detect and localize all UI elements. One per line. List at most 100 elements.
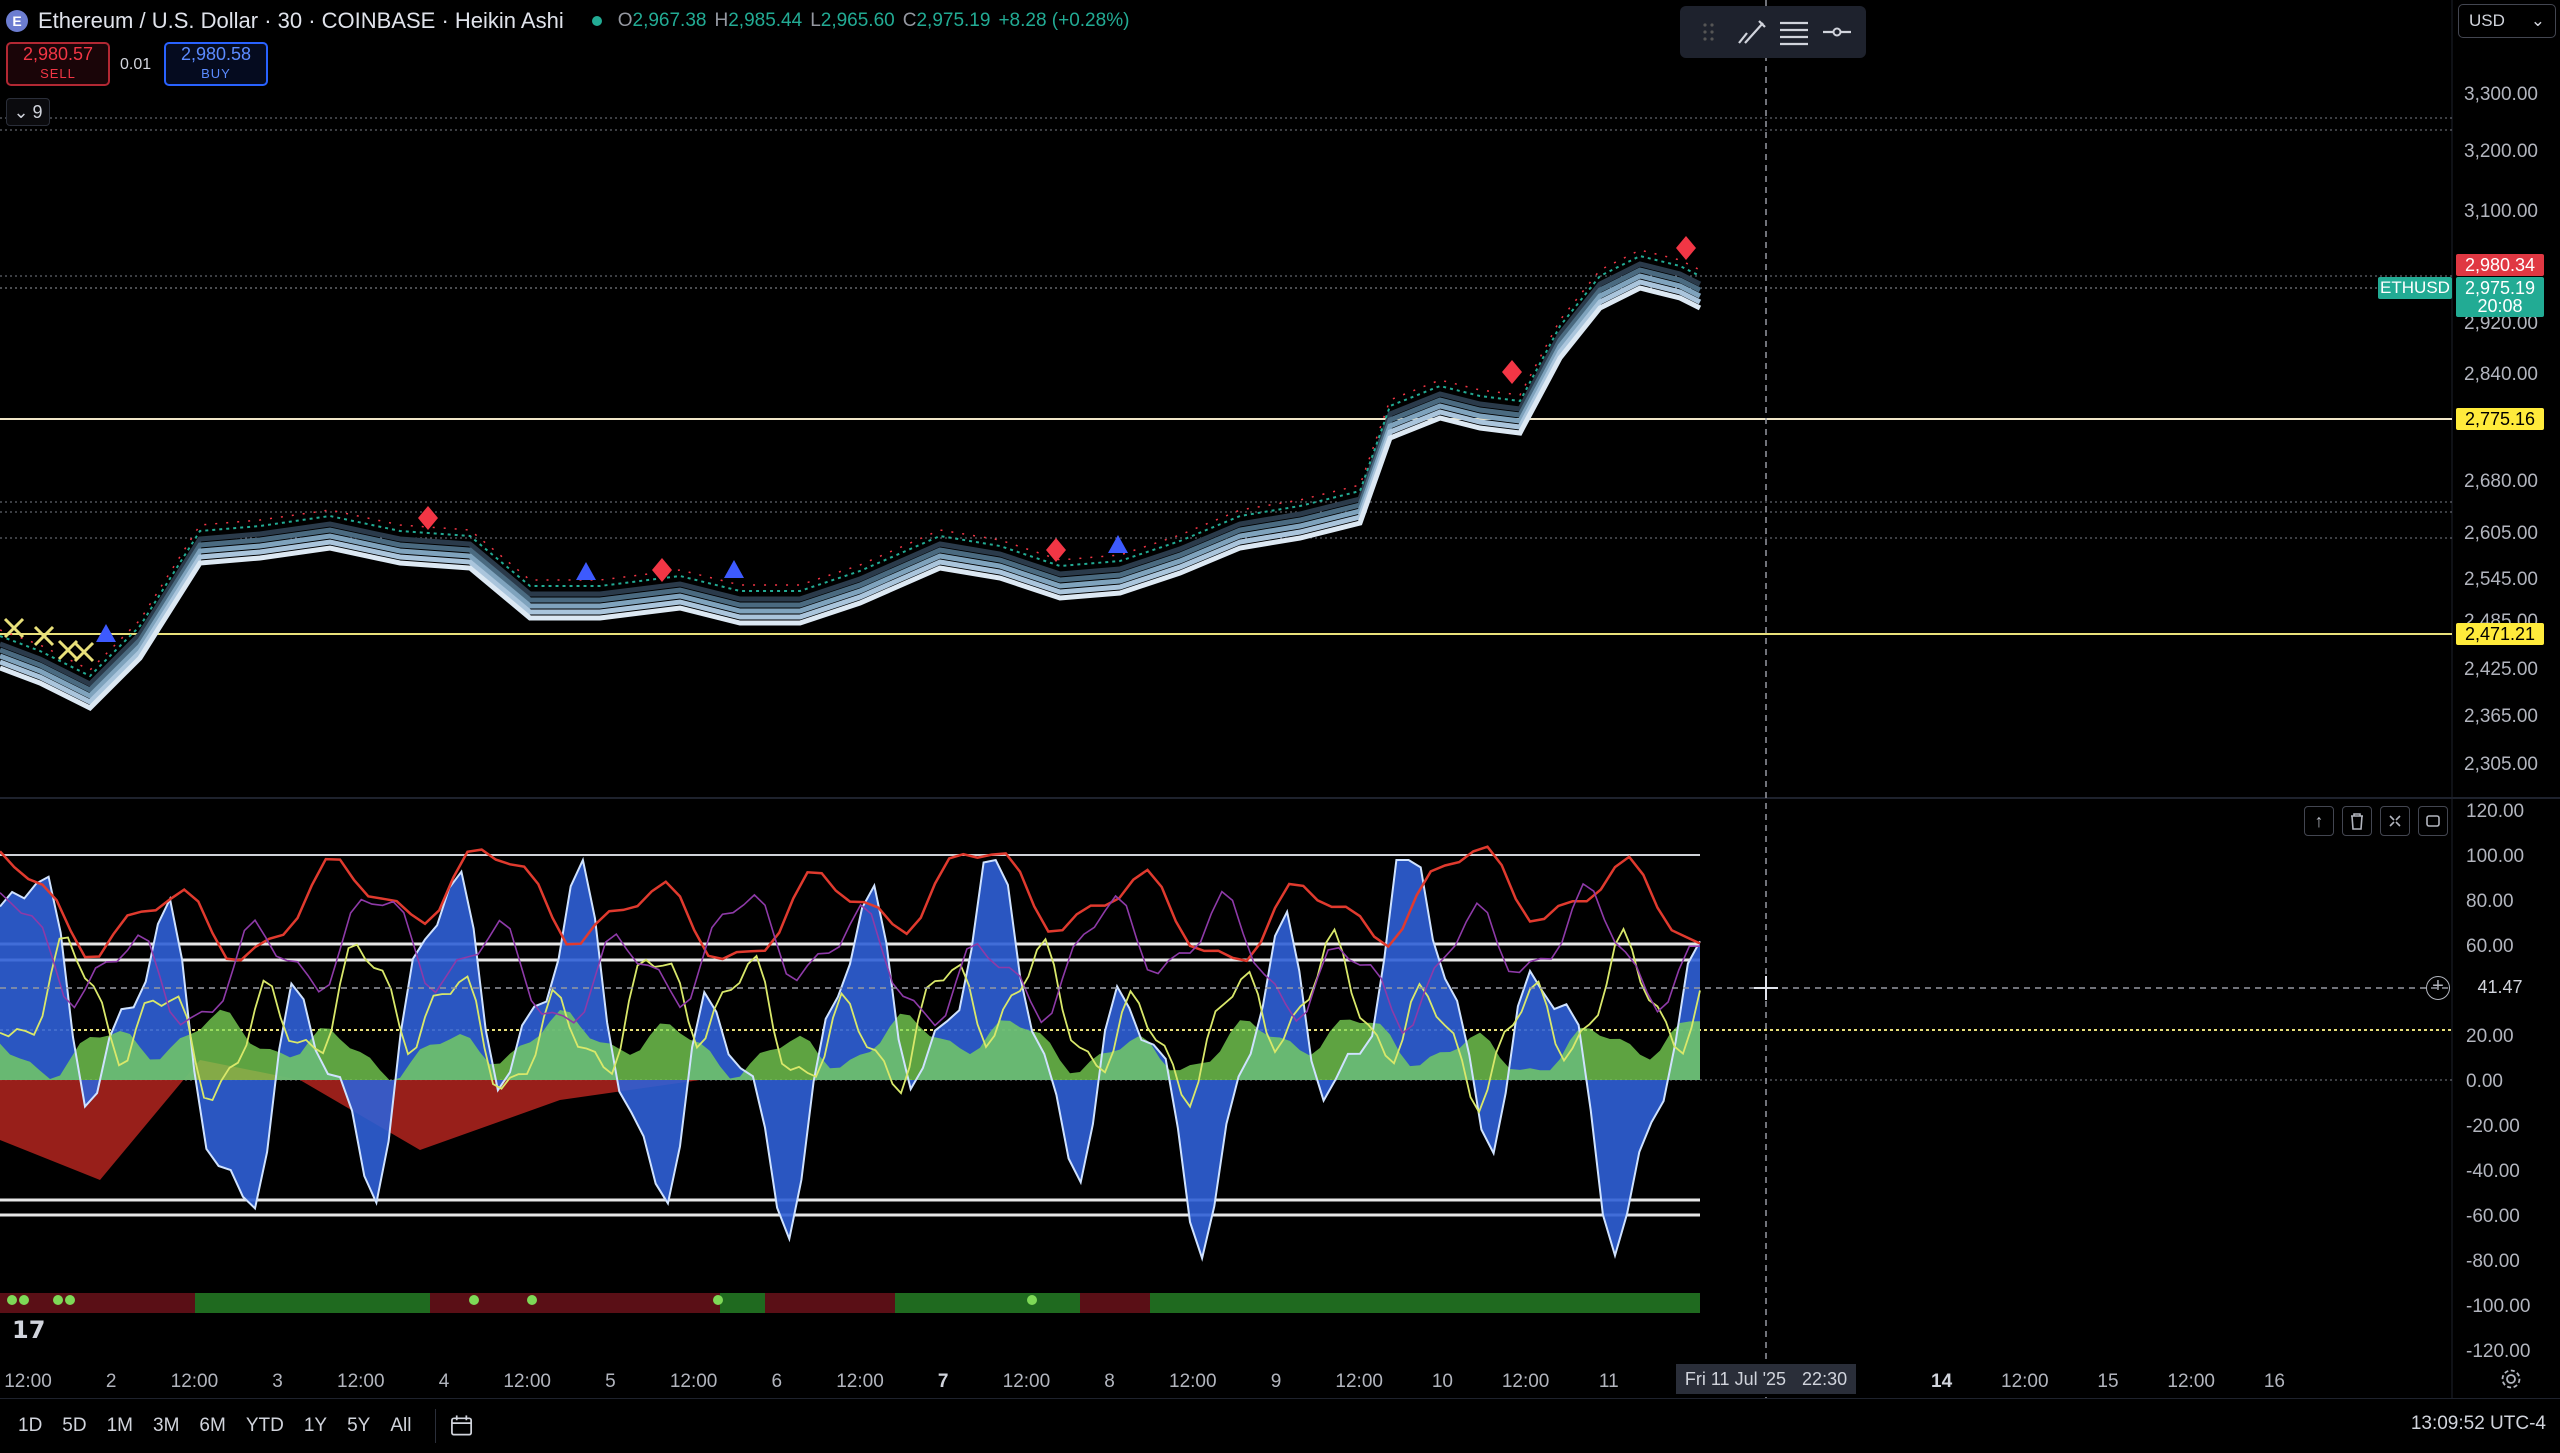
time-tick: 14 (1931, 1371, 1953, 1392)
trend-dot (19, 1295, 29, 1305)
crosshair-cursor (1754, 976, 1778, 1000)
chart-canvas[interactable]: 3,300.003,200.003,100.002,920.002,840.00… (0, 0, 2560, 1453)
currency-value: USD (2469, 11, 2505, 30)
trading-app: 3,300.00 3,200.00 3,100.00 2,920.00 2,840.00… (0, 0, 2560, 1453)
range-button-all[interactable]: All (380, 1409, 421, 1443)
trend-dot (527, 1295, 537, 1305)
exit-signal-marker (73, 641, 95, 663)
bottom-toolbar: 1D 5D 1M 3M 6M YTD 1Y 5Y All 13:09:52 UTC-4 (0, 1398, 2560, 1453)
oscillator-pane (0, 845, 2452, 1313)
chevron-down-icon: ⌄ (13, 101, 29, 122)
sell-signal-marker (1046, 538, 1066, 562)
market-status-dot[interactable] (591, 16, 602, 26)
time-tick: 2 (106, 1371, 117, 1392)
exit-signal-marker (33, 625, 55, 647)
range-button-5y[interactable]: 5Y (337, 1409, 380, 1443)
time-tick: 16 (2264, 1371, 2285, 1392)
tradingview-logo[interactable]: 17 (12, 1316, 54, 1344)
trend-heat-bar (895, 1293, 1080, 1313)
calendar-icon[interactable] (435, 1409, 475, 1443)
time-tick: 8 (1104, 1371, 1115, 1392)
maximize-pane-icon[interactable] (2418, 806, 2448, 836)
range-buttons: 1D 5D 1M 3M 6M YTD 1Y 5Y All (8, 1409, 421, 1443)
horizontal-line-icon[interactable] (1817, 12, 1857, 52)
range-button-1y[interactable]: 1Y (294, 1409, 337, 1443)
signal-markers (3, 236, 1696, 663)
crosshair-time: 22:30 (1802, 1368, 1848, 1389)
time-tick: 12:00 (337, 1371, 385, 1392)
time-axis[interactable]: 12:00 2 12:00 3 12:00 4 12:00 5 12:00 6 12:00 7 12:0… (4, 1371, 2285, 1392)
gear-icon[interactable] (2496, 1364, 2526, 1394)
open-value: 2,967.38 (632, 10, 707, 31)
oscillator-axis[interactable]: 120.00 100.00 80.00 60.00 20.00 0.00 -20.00 -40… (2466, 801, 2530, 1362)
add-alert-plus-icon[interactable]: + (2426, 976, 2450, 1000)
price-tick: 2,425.00 (2464, 659, 2538, 680)
time-tick: 12:00 (171, 1371, 219, 1392)
trend-dot (65, 1295, 75, 1305)
ribbon-band (0, 261, 1702, 688)
last-price-tag: 2,975.19 20:08 (2456, 277, 2544, 317)
line-style-icon[interactable] (1774, 12, 1814, 52)
price-tick: 2,605.00 (2464, 523, 2538, 544)
sell-label: SELL (40, 66, 76, 81)
sell-signal-marker (1502, 360, 1522, 384)
drawing-toolbar (1680, 6, 1866, 58)
trend-dot (1027, 1295, 1037, 1305)
trend-heat-bar (765, 1293, 895, 1313)
trend-dot (469, 1295, 479, 1305)
time-tick: 12:00 (4, 1371, 52, 1392)
range-button-5d[interactable]: 5D (52, 1409, 96, 1443)
buy-price: 2,980.58 (180, 44, 252, 64)
clock-timezone[interactable]: 13:09:52 UTC-4 (2411, 1413, 2546, 1435)
buy-signal-marker (576, 562, 596, 580)
symbol-price-tag: ETHUSD (2378, 277, 2452, 299)
time-tick: 12:00 (1335, 1371, 1383, 1392)
delete-pane-icon[interactable] (2342, 806, 2372, 836)
last-price: 2,975.19 (2464, 278, 2536, 298)
range-button-1d[interactable]: 1D (8, 1409, 52, 1443)
price-tick: 2,680.00 (2464, 471, 2538, 492)
drag-handle-icon[interactable] (1689, 12, 1729, 52)
move-pane-up-icon[interactable]: ↑ (2304, 806, 2334, 836)
ribbon-band (0, 285, 1702, 712)
buy-signal-marker (724, 560, 744, 578)
currency-select[interactable]: USD ⌄ (2458, 4, 2556, 38)
time-tick: 11 (1599, 1371, 1619, 1392)
time-tick: 12:00 (1169, 1371, 1217, 1392)
buy-label: BUY (201, 66, 231, 81)
brush-icon[interactable] (1732, 12, 1772, 52)
sell-button[interactable]: 2,980.57 SELL (6, 42, 110, 86)
range-button-6m[interactable]: 6M (189, 1409, 235, 1443)
oscillator-tick: -60.00 (2466, 1206, 2520, 1227)
range-button-1m[interactable]: 1M (97, 1409, 143, 1443)
ribbon-band (0, 279, 1702, 706)
range-button-3m[interactable]: 3M (143, 1409, 189, 1443)
time-tick: 12:00 (1502, 1371, 1550, 1392)
indicator-count: 9 (32, 101, 43, 122)
time-tick: 6 (772, 1371, 783, 1392)
time-tick: 12:00 (1003, 1371, 1051, 1392)
range-button-ytd[interactable]: YTD (236, 1409, 294, 1443)
time-tick: 10 (1432, 1371, 1453, 1392)
change-value: +8.28 (+0.28%) (998, 10, 1130, 31)
buy-button[interactable]: 2,980.58 BUY (164, 42, 268, 86)
pane-controls: ↑ (2304, 806, 2448, 836)
indicators-collapse-button[interactable]: ⌄ 9 (6, 98, 50, 126)
price-tick: 3,200.00 (2464, 141, 2538, 162)
sell-price-tag: 2,980.34 (2456, 254, 2544, 276)
oscillator-tick: -100.00 (2466, 1296, 2530, 1317)
close-value: 2,975.19 (916, 10, 991, 31)
oscillator-tick: 80.00 (2466, 891, 2514, 912)
price-ribbon (0, 249, 1702, 712)
symbol-title[interactable]: Ethereum / U.S. Dollar · 30 · COINBASE ·… (38, 8, 564, 34)
collapse-pane-icon[interactable] (2380, 806, 2410, 836)
sell-price: 2,980.57 (22, 44, 94, 64)
ohlc-values: O2,967.38 H2,985.44 L2,965.60 C2,975.19 … (617, 10, 1130, 31)
oscillator-tick: 120.00 (2466, 801, 2524, 822)
ethereum-icon[interactable]: E (6, 10, 28, 32)
trend-heat-bar (195, 1293, 430, 1313)
oscillator-tick: -20.00 (2466, 1116, 2520, 1137)
sell-signal-marker (1676, 236, 1696, 260)
bar-countdown: 20:08 (2477, 296, 2523, 316)
ribbon-band (0, 267, 1702, 694)
